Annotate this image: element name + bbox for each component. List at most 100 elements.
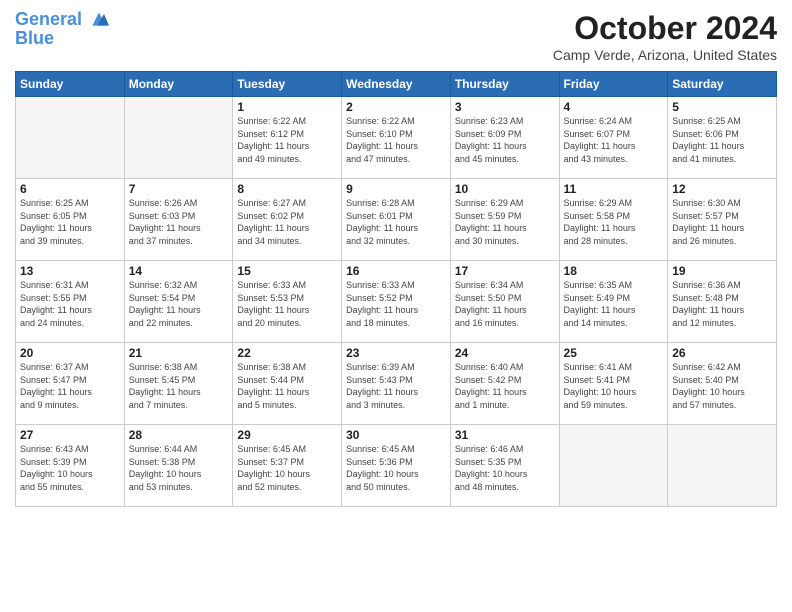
day-number: 15 (237, 264, 337, 278)
day-number: 18 (564, 264, 664, 278)
day-detail: Sunrise: 6:25 AM Sunset: 6:06 PM Dayligh… (672, 115, 772, 165)
month-title: October 2024 (553, 10, 777, 47)
day-number: 20 (20, 346, 120, 360)
header-row: Sunday Monday Tuesday Wednesday Thursday… (16, 72, 777, 97)
day-number: 21 (129, 346, 229, 360)
day-detail: Sunrise: 6:45 AM Sunset: 5:37 PM Dayligh… (237, 443, 337, 493)
main-container: General Blue October 2024 Camp Verde, Ar… (0, 0, 792, 517)
calendar-cell: 9Sunrise: 6:28 AM Sunset: 6:01 PM Daylig… (342, 179, 451, 261)
day-number: 26 (672, 346, 772, 360)
calendar-cell: 21Sunrise: 6:38 AM Sunset: 5:45 PM Dayli… (124, 343, 233, 425)
title-block: October 2024 Camp Verde, Arizona, United… (553, 10, 777, 63)
calendar-cell: 15Sunrise: 6:33 AM Sunset: 5:53 PM Dayli… (233, 261, 342, 343)
calendar-row-1: 1Sunrise: 6:22 AM Sunset: 6:12 PM Daylig… (16, 97, 777, 179)
day-number: 12 (672, 182, 772, 196)
calendar-cell: 4Sunrise: 6:24 AM Sunset: 6:07 PM Daylig… (559, 97, 668, 179)
day-detail: Sunrise: 6:26 AM Sunset: 6:03 PM Dayligh… (129, 197, 229, 247)
day-number: 2 (346, 100, 446, 114)
calendar-cell: 6Sunrise: 6:25 AM Sunset: 6:05 PM Daylig… (16, 179, 125, 261)
day-detail: Sunrise: 6:36 AM Sunset: 5:48 PM Dayligh… (672, 279, 772, 329)
day-detail: Sunrise: 6:44 AM Sunset: 5:38 PM Dayligh… (129, 443, 229, 493)
calendar-cell: 1Sunrise: 6:22 AM Sunset: 6:12 PM Daylig… (233, 97, 342, 179)
day-number: 7 (129, 182, 229, 196)
day-detail: Sunrise: 6:24 AM Sunset: 6:07 PM Dayligh… (564, 115, 664, 165)
col-saturday: Saturday (668, 72, 777, 97)
calendar-cell: 27Sunrise: 6:43 AM Sunset: 5:39 PM Dayli… (16, 425, 125, 507)
day-detail: Sunrise: 6:41 AM Sunset: 5:41 PM Dayligh… (564, 361, 664, 411)
day-number: 10 (455, 182, 555, 196)
calendar-cell: 3Sunrise: 6:23 AM Sunset: 6:09 PM Daylig… (450, 97, 559, 179)
calendar-cell: 30Sunrise: 6:45 AM Sunset: 5:36 PM Dayli… (342, 425, 451, 507)
col-thursday: Thursday (450, 72, 559, 97)
day-number: 5 (672, 100, 772, 114)
col-sunday: Sunday (16, 72, 125, 97)
col-wednesday: Wednesday (342, 72, 451, 97)
day-detail: Sunrise: 6:32 AM Sunset: 5:54 PM Dayligh… (129, 279, 229, 329)
day-number: 28 (129, 428, 229, 442)
day-number: 30 (346, 428, 446, 442)
calendar-cell (124, 97, 233, 179)
calendar-cell: 20Sunrise: 6:37 AM Sunset: 5:47 PM Dayli… (16, 343, 125, 425)
day-number: 8 (237, 182, 337, 196)
calendar-cell: 24Sunrise: 6:40 AM Sunset: 5:42 PM Dayli… (450, 343, 559, 425)
day-detail: Sunrise: 6:28 AM Sunset: 6:01 PM Dayligh… (346, 197, 446, 247)
calendar-cell: 26Sunrise: 6:42 AM Sunset: 5:40 PM Dayli… (668, 343, 777, 425)
day-number: 3 (455, 100, 555, 114)
calendar-cell: 25Sunrise: 6:41 AM Sunset: 5:41 PM Dayli… (559, 343, 668, 425)
calendar-row-5: 27Sunrise: 6:43 AM Sunset: 5:39 PM Dayli… (16, 425, 777, 507)
col-tuesday: Tuesday (233, 72, 342, 97)
col-friday: Friday (559, 72, 668, 97)
day-detail: Sunrise: 6:22 AM Sunset: 6:10 PM Dayligh… (346, 115, 446, 165)
calendar-cell: 10Sunrise: 6:29 AM Sunset: 5:59 PM Dayli… (450, 179, 559, 261)
calendar-row-3: 13Sunrise: 6:31 AM Sunset: 5:55 PM Dayli… (16, 261, 777, 343)
calendar-row-2: 6Sunrise: 6:25 AM Sunset: 6:05 PM Daylig… (16, 179, 777, 261)
day-detail: Sunrise: 6:38 AM Sunset: 5:44 PM Dayligh… (237, 361, 337, 411)
header: General Blue October 2024 Camp Verde, Ar… (15, 10, 777, 63)
calendar-cell: 18Sunrise: 6:35 AM Sunset: 5:49 PM Dayli… (559, 261, 668, 343)
location: Camp Verde, Arizona, United States (553, 47, 777, 63)
logo-blue: Blue (15, 28, 109, 49)
calendar-cell: 12Sunrise: 6:30 AM Sunset: 5:57 PM Dayli… (668, 179, 777, 261)
calendar-cell: 7Sunrise: 6:26 AM Sunset: 6:03 PM Daylig… (124, 179, 233, 261)
day-number: 31 (455, 428, 555, 442)
calendar-cell: 19Sunrise: 6:36 AM Sunset: 5:48 PM Dayli… (668, 261, 777, 343)
day-detail: Sunrise: 6:33 AM Sunset: 5:52 PM Dayligh… (346, 279, 446, 329)
calendar-cell (668, 425, 777, 507)
calendar-cell: 23Sunrise: 6:39 AM Sunset: 5:43 PM Dayli… (342, 343, 451, 425)
day-detail: Sunrise: 6:38 AM Sunset: 5:45 PM Dayligh… (129, 361, 229, 411)
calendar-cell: 31Sunrise: 6:46 AM Sunset: 5:35 PM Dayli… (450, 425, 559, 507)
day-number: 6 (20, 182, 120, 196)
day-detail: Sunrise: 6:46 AM Sunset: 5:35 PM Dayligh… (455, 443, 555, 493)
calendar-cell: 2Sunrise: 6:22 AM Sunset: 6:10 PM Daylig… (342, 97, 451, 179)
logo-text: General (15, 10, 109, 30)
day-number: 14 (129, 264, 229, 278)
day-number: 19 (672, 264, 772, 278)
day-detail: Sunrise: 6:35 AM Sunset: 5:49 PM Dayligh… (564, 279, 664, 329)
day-detail: Sunrise: 6:42 AM Sunset: 5:40 PM Dayligh… (672, 361, 772, 411)
day-number: 24 (455, 346, 555, 360)
day-detail: Sunrise: 6:27 AM Sunset: 6:02 PM Dayligh… (237, 197, 337, 247)
day-detail: Sunrise: 6:40 AM Sunset: 5:42 PM Dayligh… (455, 361, 555, 411)
day-number: 17 (455, 264, 555, 278)
day-number: 29 (237, 428, 337, 442)
day-detail: Sunrise: 6:23 AM Sunset: 6:09 PM Dayligh… (455, 115, 555, 165)
calendar-cell: 16Sunrise: 6:33 AM Sunset: 5:52 PM Dayli… (342, 261, 451, 343)
day-number: 27 (20, 428, 120, 442)
day-detail: Sunrise: 6:30 AM Sunset: 5:57 PM Dayligh… (672, 197, 772, 247)
calendar-cell: 11Sunrise: 6:29 AM Sunset: 5:58 PM Dayli… (559, 179, 668, 261)
calendar-cell (559, 425, 668, 507)
day-detail: Sunrise: 6:31 AM Sunset: 5:55 PM Dayligh… (20, 279, 120, 329)
day-number: 25 (564, 346, 664, 360)
day-number: 9 (346, 182, 446, 196)
calendar-cell (16, 97, 125, 179)
day-detail: Sunrise: 6:39 AM Sunset: 5:43 PM Dayligh… (346, 361, 446, 411)
day-number: 11 (564, 182, 664, 196)
calendar-cell: 8Sunrise: 6:27 AM Sunset: 6:02 PM Daylig… (233, 179, 342, 261)
day-number: 13 (20, 264, 120, 278)
calendar-cell: 5Sunrise: 6:25 AM Sunset: 6:06 PM Daylig… (668, 97, 777, 179)
day-detail: Sunrise: 6:33 AM Sunset: 5:53 PM Dayligh… (237, 279, 337, 329)
day-number: 22 (237, 346, 337, 360)
calendar-cell: 29Sunrise: 6:45 AM Sunset: 5:37 PM Dayli… (233, 425, 342, 507)
calendar-cell: 28Sunrise: 6:44 AM Sunset: 5:38 PM Dayli… (124, 425, 233, 507)
logo: General Blue (15, 10, 109, 49)
